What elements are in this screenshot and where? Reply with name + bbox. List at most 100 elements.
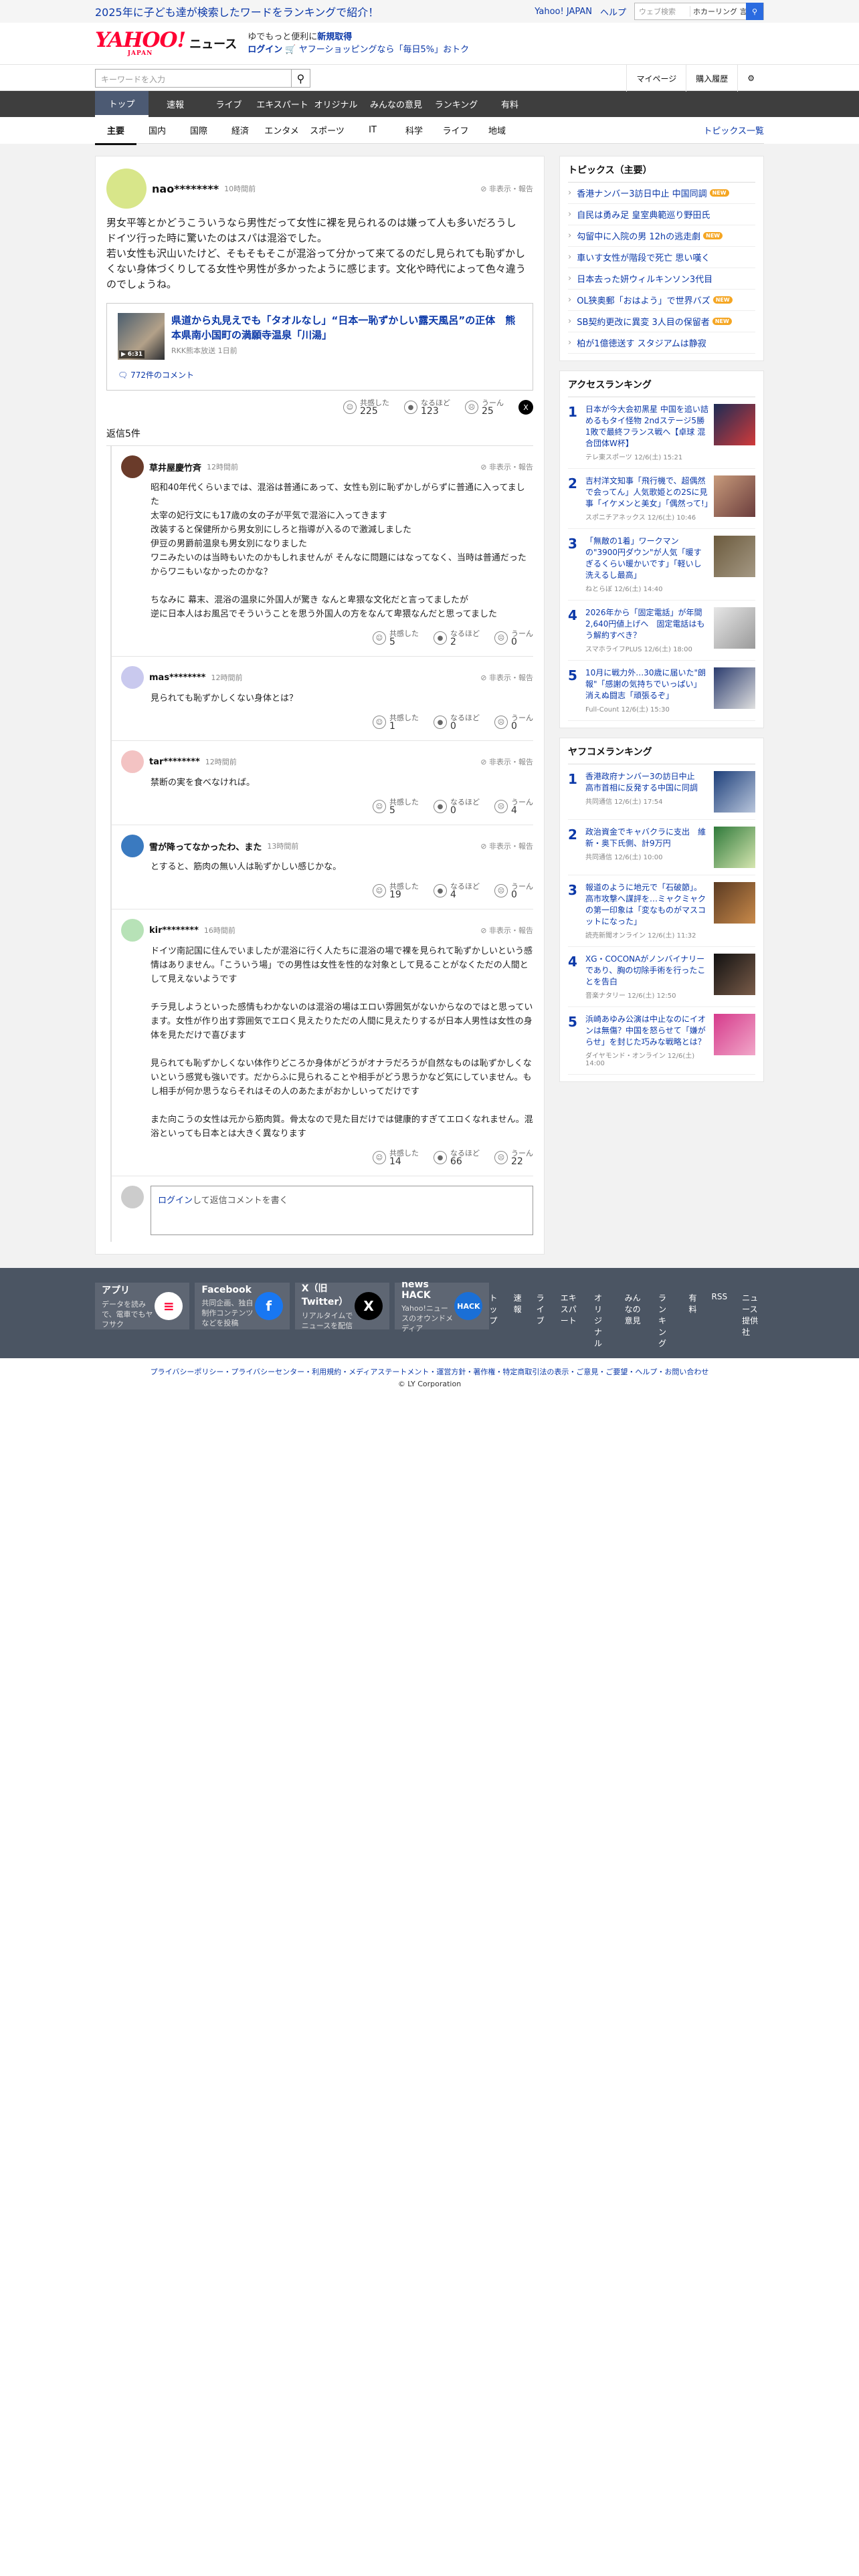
avatar[interactable]	[121, 455, 144, 478]
hmm-button[interactable]: ☹ うーん 0	[494, 714, 533, 731]
nav-expert[interactable]: エキスパート	[256, 91, 309, 117]
signup-link[interactable]: 新規取得	[317, 32, 352, 42]
ranking-title[interactable]: 香港政府ナンバー3の訪日中止 高市首相に反発する中国に同調	[585, 771, 708, 794]
ranking-item[interactable]: 2 政治資金でキャバクラに支出 維新・奥下氏側、計9万円 共同通信 12/6(土) …	[568, 820, 755, 875]
avatar[interactable]	[106, 169, 147, 209]
ranking-item[interactable]: 2 吉村洋文知事「飛行機で、超偶然で会ってん」人気歌姫との2Sに見事「イケメンと美…	[568, 469, 755, 529]
ranking-thumbnail[interactable]	[714, 667, 755, 709]
ranking-thumbnail[interactable]	[714, 536, 755, 577]
yahoo-japan-link[interactable]: Yahoo! JAPAN	[535, 7, 592, 17]
login-link[interactable]: ログイン	[158, 1196, 193, 1206]
footer-card[interactable]: news HACK Yahoo!ニュースのオウンドメディア HACK	[395, 1279, 490, 1333]
shopping-promo-link[interactable]: ヤフーショッピングなら「毎日5%」おトク	[299, 45, 469, 55]
cat-entertainment[interactable]: エンタメ	[261, 124, 302, 136]
footer-link[interactable]: みんなの意見	[625, 1292, 644, 1349]
nav-original[interactable]: オリジナル	[309, 91, 363, 117]
footer-card[interactable]: Facebook 共同企画、独自制作コンテンツなどを投稿 f	[195, 1283, 290, 1329]
insight-button[interactable]: ● なるほど 123	[404, 399, 450, 416]
ranking-thumbnail[interactable]	[714, 404, 755, 445]
footer-card[interactable]: アプリ データを読みで、電車でもヤフサク ≡	[95, 1283, 190, 1329]
news-search[interactable]: キーワードを入力 ⚲	[95, 69, 310, 88]
insight-button[interactable]: ● なるほど 4	[434, 882, 480, 899]
footer-link[interactable]: オリジナル	[594, 1292, 610, 1349]
ranking-title[interactable]: 10月に戦力外…30歳に届いた"朗報"「感謝の気持ちでいっぱい」消えぬ闘志「頑張…	[585, 667, 708, 702]
ranking-item[interactable]: 5 10月に戦力外…30歳に届いた"朗報"「感謝の気持ちでいっぱい」消えぬ闘志「頑…	[568, 661, 755, 721]
topic-item[interactable]: SB契約更改に異変 3人目の保留者NEW	[568, 311, 755, 332]
web-search[interactable]: ウェブ検索 ホカーリング 言… ⚲	[634, 3, 764, 20]
x-share-icon[interactable]: X	[518, 400, 533, 415]
yahoo-news-logo[interactable]: YAHOO! JAPAN ニュース	[95, 30, 237, 57]
ranking-title[interactable]: 「無敵の1着」ワークマンの"3900円ダウン"が人気「暖すぎるくらい暖かいです」…	[585, 536, 708, 581]
cat-domestic[interactable]: 国内	[136, 124, 178, 136]
cat-it[interactable]: IT	[352, 125, 393, 135]
cat-world[interactable]: 国際	[178, 124, 219, 136]
topic-item[interactable]: 車いす女性が階段で死亡 思い嘆く	[568, 247, 755, 268]
trend-word[interactable]: ホカーリング 言…	[690, 6, 746, 17]
ranking-thumbnail[interactable]	[714, 771, 755, 813]
ranking-thumbnail[interactable]	[714, 882, 755, 924]
reply-user[interactable]: tar********	[149, 757, 200, 767]
empathy-button[interactable]: ☺ 共感した 5	[373, 798, 419, 815]
hmm-button[interactable]: ☹ うーん 0	[494, 629, 533, 647]
cat-economy[interactable]: 経済	[219, 124, 261, 136]
ranking-item[interactable]: 3 報道のように地元で「石破節」。高市攻撃へ謀評を…ミャクミャクの第一印象は「変な…	[568, 875, 755, 947]
nav-breaking[interactable]: 速報	[149, 91, 202, 117]
legal-links[interactable]: プライバシーポリシー・プライバシーセンター・利用規約・メディアステートメント・運…	[0, 1358, 859, 1380]
reply-user[interactable]: kir********	[149, 926, 199, 936]
ranking-item[interactable]: 4 XG・COCONAがノンバイナリーであり、胸の切除手術を行ったことを告白 音楽ナ…	[568, 947, 755, 1007]
article-thumbnail[interactable]: ▶ 6:31	[118, 313, 165, 360]
report-button[interactable]: ⊘ 非表示・報告	[480, 183, 533, 194]
topic-item[interactable]: 香港ナンバー3訪日中止 中国同調NEW	[568, 183, 755, 204]
topic-item[interactable]: 柏が1億徳送す スタジアムは静寂	[568, 332, 755, 354]
topic-item[interactable]: 自民は勇み足 皇室典範巡り野田氏	[568, 204, 755, 225]
cat-science[interactable]: 科学	[393, 124, 435, 136]
empathy-button[interactable]: ☺ 共感した 14	[373, 1149, 419, 1166]
reply-user[interactable]: 草井屋慶竹斉	[149, 461, 201, 473]
ranking-title[interactable]: 報道のように地元で「石破節」。高市攻撃へ謀評を…ミャクミャクの第一印象は「変なも…	[585, 882, 708, 928]
empathy-button[interactable]: ☺ 共感した 19	[373, 882, 419, 899]
report-button[interactable]: ⊘ 非表示・報告	[480, 925, 533, 936]
insight-button[interactable]: ● なるほど 66	[434, 1149, 480, 1166]
ranking-item[interactable]: 5 浜崎あゆみ公演は中止なのにイオンは無傷？中国を怒らせて「嫌がらせ」を封じた巧み…	[568, 1007, 755, 1075]
footer-link[interactable]: 有料	[689, 1292, 697, 1349]
insight-button[interactable]: ● なるほど 2	[434, 629, 480, 647]
topic-item[interactable]: 日本去った妍ウィルキンソン3代目	[568, 268, 755, 290]
news-search-input[interactable]: キーワードを入力	[96, 70, 291, 87]
cat-life[interactable]: ライフ	[435, 124, 476, 136]
footer-card[interactable]: X（旧Twitter） リアルタイムでニュースを配信 X	[294, 1283, 390, 1330]
ranking-item[interactable]: 1 日本が今大会初黒星 中国を追い詰めるもタイ怪物 2ndステージ5勝1敗で最終フ…	[568, 397, 755, 469]
ranking-item[interactable]: 1 香港政府ナンバー3の訪日中止 高市首相に反発する中国に同調 共同通信 12/6(…	[568, 764, 755, 820]
hmm-button[interactable]: ☹ うーん 25	[465, 399, 504, 416]
report-button[interactable]: ⊘ 非表示・報告	[480, 841, 533, 851]
ranking-title[interactable]: 日本が今大会初黒星 中国を追い詰めるもタイ怪物 2ndステージ5勝1敗で最終フラ…	[585, 404, 708, 449]
report-button[interactable]: ⊘ 非表示・報告	[480, 756, 533, 767]
topics-list-link[interactable]: トピックス一覧	[703, 124, 764, 136]
nav-top[interactable]: トップ	[95, 91, 149, 117]
gear-icon[interactable]: ⚙	[737, 65, 764, 92]
nav-ranking[interactable]: ランキング	[430, 91, 483, 117]
ranking-thumbnail[interactable]	[714, 827, 755, 868]
reply-user[interactable]: 雪が降ってなかったわ、また	[149, 840, 262, 853]
web-search-input[interactable]: ウェブ検索	[635, 6, 690, 17]
footer-link[interactable]: ニュース提供社	[742, 1292, 764, 1349]
insight-button[interactable]: ● なるほど 0	[434, 798, 480, 815]
nav-opinions[interactable]: みんなの意見	[363, 91, 430, 117]
nav-live[interactable]: ライブ	[202, 91, 256, 117]
login-link[interactable]: ログイン	[248, 45, 282, 55]
report-button[interactable]: ⊘ 非表示・報告	[480, 461, 533, 472]
search-icon[interactable]: ⚲	[746, 3, 763, 20]
avatar[interactable]	[121, 919, 144, 942]
ranking-item[interactable]: 3 「無敵の1着」ワークマンの"3900円ダウン"が人気「暖すぎるくらい暖かいです…	[568, 529, 755, 601]
article-comments-link[interactable]: 🗨 772件のコメント	[118, 369, 522, 381]
footer-link[interactable]: ランキング	[658, 1292, 674, 1349]
footer-link[interactable]: 速報	[514, 1292, 522, 1349]
cat-main[interactable]: 主要	[95, 124, 136, 145]
hmm-button[interactable]: ☹ うーん 0	[494, 882, 533, 899]
empathy-button[interactable]: ☺ 共感した 5	[373, 629, 419, 647]
avatar[interactable]	[121, 750, 144, 773]
reply-user[interactable]: mas********	[149, 673, 205, 683]
reply-input[interactable]: ログインして返信コメントを書く	[151, 1186, 533, 1235]
footer-link[interactable]: トップ	[489, 1292, 498, 1349]
article-card[interactable]: ▶ 6:31 県道から丸見えでも「タオルなし」“日本一恥ずかしい露天風呂”の正体…	[106, 303, 533, 391]
insight-button[interactable]: ● なるほど 0	[434, 714, 480, 731]
